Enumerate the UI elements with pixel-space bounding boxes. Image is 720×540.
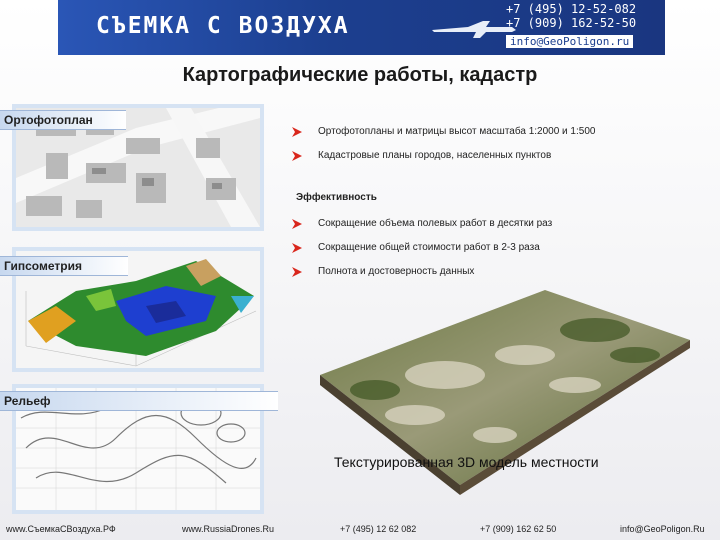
footer-site-2[interactable]: www.RussiaDrones.Ru — [182, 524, 274, 534]
bullet-list-efficiency: Сокращение объема полевых работ в десятк… — [292, 217, 552, 289]
bullet-text: Полнота и достоверность данных — [318, 266, 475, 277]
header-phone-2: +7 (909) 162-52-50 — [506, 16, 637, 30]
footer-site-1[interactable]: www.СъемкаСВоздуха.РФ — [6, 524, 116, 534]
brand-title: СЪЕМКА С ВОЗДУХА — [96, 13, 350, 39]
footer-email[interactable]: info@GeoPoligon.Ru — [620, 524, 705, 534]
arrow-bullet-icon — [292, 267, 302, 277]
aircraft-logo-icon — [432, 21, 516, 38]
list-item: Сокращение общей стоимости работ в 2-3 р… — [292, 241, 552, 265]
arrow-bullet-icon — [292, 243, 302, 253]
footer: www.СъемкаСВоздуха.РФ www.RussiaDrones.R… — [0, 521, 720, 540]
arrow-bullet-icon — [292, 219, 302, 229]
bullet-text: Кадастровые планы городов, населенных пу… — [318, 150, 552, 161]
list-item: Сокращение объема полевых работ в десятк… — [292, 217, 552, 241]
header-contacts: +7 (495) 12-52-082 +7 (909) 162-52-50 in… — [506, 2, 662, 49]
header-banner: СЪЕМКА С ВОЗДУХА +7 (495) 12-52-082 +7 (… — [58, 0, 665, 55]
label-relief: Рельеф — [0, 391, 278, 411]
bullet-list-top: Ортофотопланы и матрицы высот масштаба 1… — [292, 125, 595, 173]
bullet-text: Сокращение общей стоимости работ в 2-3 р… — [318, 242, 540, 253]
model-caption: Текстурированная 3D модель местности — [334, 454, 599, 470]
header-phone-1: +7 (495) 12-52-082 — [506, 2, 637, 16]
list-item: Кадастровые планы городов, населенных пу… — [292, 149, 595, 173]
arrow-bullet-icon — [292, 151, 302, 161]
arrow-bullet-icon — [292, 127, 302, 137]
efficiency-heading: Эффективность — [296, 192, 377, 203]
header-email[interactable]: info@GeoPoligon.ru — [506, 35, 634, 48]
bullet-text: Сокращение объема полевых работ в десятк… — [318, 218, 553, 229]
label-orthophoto: Ортофотоплан — [0, 110, 126, 130]
page-title: Картографические работы, кадастр — [182, 64, 538, 86]
list-item: Полнота и достоверность данных — [292, 265, 552, 289]
bullet-text: Ортофотопланы и матрицы высот масштаба 1… — [318, 126, 596, 137]
footer-phone-2: +7 (909) 162 62 50 — [480, 524, 557, 534]
list-item: Ортофотопланы и матрицы высот масштаба 1… — [292, 125, 595, 149]
label-hypsometry: Гипсометрия — [0, 256, 128, 276]
footer-phone-1: +7 (495) 12 62 082 — [340, 524, 417, 534]
